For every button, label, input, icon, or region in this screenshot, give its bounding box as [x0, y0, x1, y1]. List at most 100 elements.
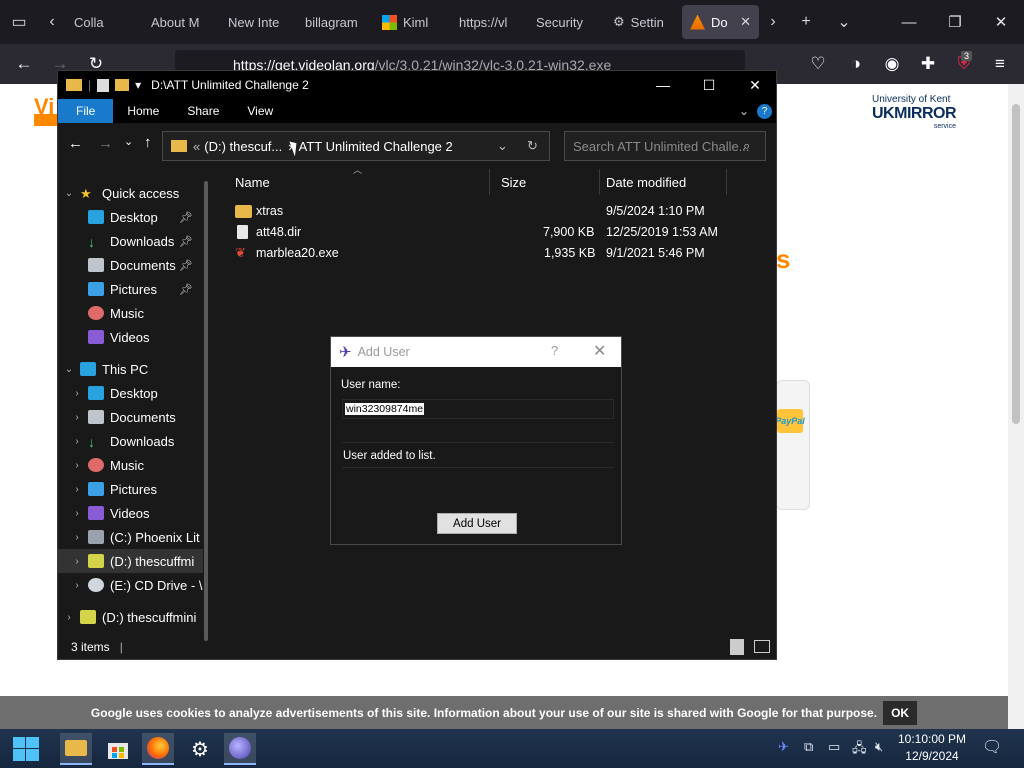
tree-qa-music[interactable]: Music	[58, 301, 203, 325]
address-dropdown-icon[interactable]: ⌄	[497, 138, 508, 154]
app-taskbar-icon[interactable]	[224, 733, 256, 765]
account-icon[interactable]: ◉	[874, 46, 910, 82]
navigation-scrollbar[interactable]	[204, 181, 208, 641]
taskbar-clock[interactable]: 10:10:00 PM 12/9/2024	[896, 731, 968, 765]
chevron-right-icon[interactable]: ›	[70, 436, 84, 447]
tree-quick-access[interactable]: ⌄ ★ Quick access	[58, 181, 203, 205]
tree-pc-documents[interactable]: › Documents	[58, 405, 203, 429]
firefox-taskbar-icon[interactable]	[142, 733, 174, 765]
tree-this-pc[interactable]: ⌄ This PC	[58, 357, 203, 381]
browser-tab[interactable]: About M	[143, 5, 220, 39]
copy-icon[interactable]: ⧉	[804, 739, 813, 755]
chevron-right-icon[interactable]: ›	[70, 532, 84, 543]
list-tabs-icon[interactable]: ⌄	[825, 0, 863, 44]
up-arrow-icon[interactable]: ↑	[144, 134, 152, 151]
tree-qa-downloads[interactable]: ↓ Downloads 📌︎	[58, 229, 203, 253]
column-size[interactable]: Size	[489, 169, 599, 195]
browser-tab[interactable]: Kiml	[374, 5, 451, 39]
browser-tab-active[interactable]: Do ✕	[682, 5, 759, 39]
file-row[interactable]: xtras 9/5/2024 1:10 PM	[223, 201, 773, 222]
column-name[interactable]: Name	[223, 169, 489, 195]
chevron-down-icon[interactable]: ⌄	[62, 188, 76, 199]
close-tab-icon[interactable]: ✕	[740, 14, 751, 30]
settings-taskbar-icon[interactable]: ⚙	[184, 733, 216, 765]
new-tab-icon[interactable]: +	[787, 0, 825, 44]
breadcrumb-parent[interactable]: (D:) thescuf...	[204, 139, 282, 154]
back-icon[interactable]: ←	[6, 46, 42, 82]
tree-qa-desktop[interactable]: Desktop 📌︎	[58, 205, 203, 229]
refresh-icon[interactable]: ↻	[527, 138, 538, 154]
tree-drive-c[interactable]: › (C:) Phoenix Lit	[58, 525, 203, 549]
tree-drive-e[interactable]: › (E:) CD Drive - \	[58, 573, 203, 597]
help-icon[interactable]: ?	[757, 103, 772, 119]
store-taskbar-icon[interactable]	[102, 733, 134, 765]
chevron-right-icon[interactable]: ›	[70, 556, 84, 567]
tree-drive-d-root[interactable]: › (D:) thescuffmini	[58, 605, 203, 629]
tree-pc-desktop[interactable]: › Desktop	[58, 381, 203, 405]
ribbon-tab-view[interactable]: View	[233, 99, 287, 123]
close-window-icon[interactable]: ✕	[978, 0, 1024, 44]
add-user-button[interactable]: Add User	[437, 513, 517, 534]
forward-arrow-icon[interactable]: →	[98, 135, 113, 152]
tree-pc-videos[interactable]: › Videos	[58, 501, 203, 525]
explorer-close-icon[interactable]: ✕	[732, 71, 778, 99]
extensions-icon[interactable]: ✚	[910, 46, 946, 82]
username-input[interactable]: win32309874me	[342, 399, 614, 419]
details-view-icon[interactable]	[730, 639, 744, 655]
chevron-down-icon[interactable]: ⌄	[62, 364, 76, 375]
paypal-button[interactable]: PayPal	[775, 409, 805, 433]
new-folder-icon[interactable]	[115, 79, 130, 91]
browser-tab[interactable]: ⚙ Settin	[605, 5, 682, 39]
ribbon-tab-share[interactable]: Share	[173, 99, 233, 123]
chevron-right-icon[interactable]: ›	[70, 580, 84, 591]
explorer-minimize-icon[interactable]: —	[640, 71, 686, 99]
menu-icon[interactable]: ≡	[982, 46, 1018, 82]
chevron-right-icon[interactable]: ›	[70, 484, 84, 495]
tree-qa-pictures[interactable]: Pictures 📌︎	[58, 277, 203, 301]
pocket-icon[interactable]: ♡	[800, 46, 836, 82]
chevron-right-icon[interactable]: ›	[70, 460, 84, 471]
search-box[interactable]: Search ATT Unlimited Challe... ⌕	[564, 131, 766, 161]
file-row[interactable]: att48.dir 7,900 KB 12/25/2019 1:53 AM	[223, 222, 773, 243]
tray-app-icon[interactable]: ✈	[778, 739, 789, 755]
chevron-right-icon[interactable]: ›	[70, 412, 84, 423]
start-button[interactable]	[10, 733, 42, 765]
restore-icon[interactable]: ❐	[932, 0, 978, 44]
tree-qa-documents[interactable]: Documents 📌︎	[58, 253, 203, 277]
chevron-right-icon[interactable]: ›	[70, 388, 84, 399]
browser-tab[interactable]: https://vl	[451, 5, 528, 39]
ukmirror-logo[interactable]: University of Kent UKMIRROR service	[872, 94, 957, 130]
ribbon-tab-file[interactable]: File	[58, 99, 114, 123]
tab-scroll-left-icon[interactable]: ‹	[38, 0, 66, 44]
dialog-close-icon[interactable]: ✕	[593, 341, 606, 361]
page-scrollbar[interactable]	[1008, 84, 1024, 729]
column-date-modified[interactable]: Date modified	[594, 169, 724, 195]
help-icon[interactable]: ?	[551, 343, 558, 358]
browser-tab[interactable]: Security	[528, 5, 605, 39]
vpn-icon[interactable]: ◑	[838, 46, 874, 82]
expand-ribbon-icon[interactable]: ⌄	[739, 104, 749, 118]
network-icon[interactable]: 🖧︎	[852, 739, 867, 761]
tree-pc-music[interactable]: › Music	[58, 453, 203, 477]
explorer-maximize-icon[interactable]: ☐	[686, 71, 732, 99]
chevron-right-icon[interactable]: ›	[70, 508, 84, 519]
large-icons-view-icon[interactable]	[754, 640, 770, 653]
tree-drive-d[interactable]: › (D:) thescuffmi	[58, 549, 203, 573]
tree-pc-downloads[interactable]: › ↓ Downloads	[58, 429, 203, 453]
browser-tab[interactable]: New Inte	[220, 5, 297, 39]
browser-tab[interactable]: Colla	[66, 5, 143, 39]
address-bar[interactable]: « (D:) thescuf... › ATT Unlimited Challe…	[162, 131, 550, 161]
volume-muted-icon[interactable]: 🔇︎	[875, 739, 883, 755]
tab-overview-icon[interactable]: ▭	[0, 0, 38, 44]
ribbon-tab-home[interactable]: Home	[113, 99, 173, 123]
properties-icon[interactable]	[97, 78, 110, 92]
browser-tab[interactable]: billagram	[297, 5, 374, 39]
file-explorer-taskbar-icon[interactable]	[60, 733, 92, 765]
tab-scroll-right-icon[interactable]: ›	[759, 0, 787, 44]
tree-qa-videos[interactable]: Videos	[58, 325, 203, 349]
usb-icon[interactable]: ▭	[828, 739, 840, 755]
customize-toolbar-icon[interactable]: ▾	[135, 78, 141, 92]
file-row[interactable]: ❦ marblea20.exe 1,935 KB 9/1/2021 5:46 P…	[223, 243, 773, 264]
notifications-icon[interactable]: 🗨︎	[982, 737, 1002, 757]
breadcrumb-current[interactable]: ATT Unlimited Challenge 2	[299, 139, 453, 154]
